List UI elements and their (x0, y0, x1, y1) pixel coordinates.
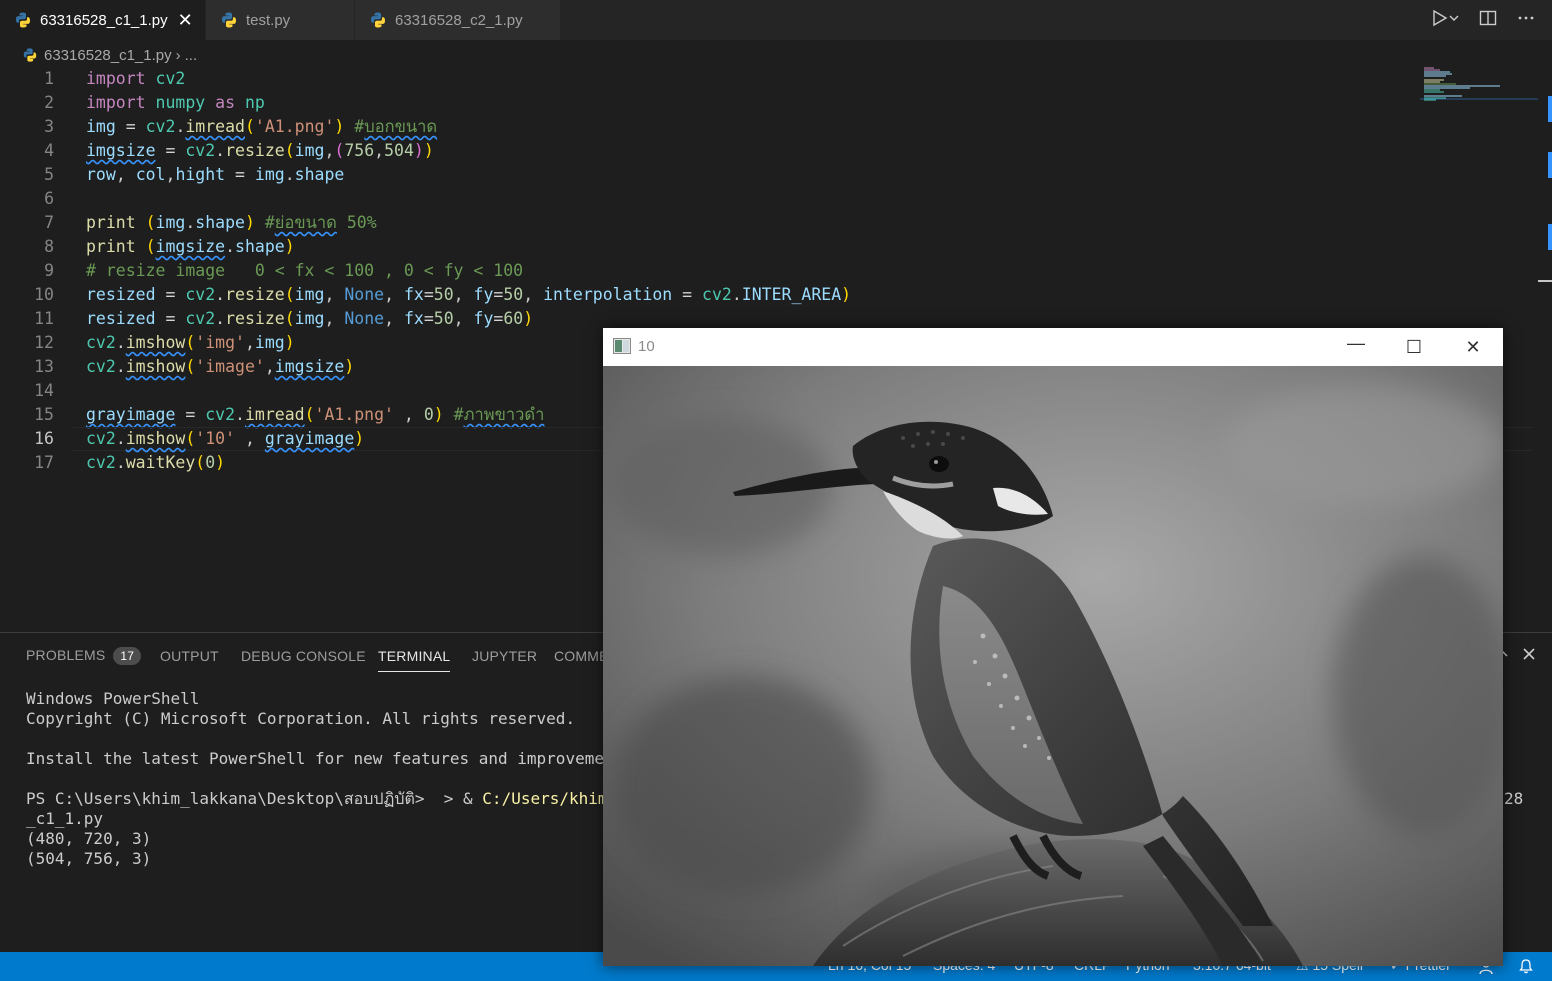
code-line: 4 imgsize = cv2.resize(img,(756,504)) (0, 139, 1540, 163)
tab-63316528-c1-1[interactable]: 63316528_c1_1.py ✕ (0, 0, 205, 40)
panel-tab-terminal[interactable]: TERMINAL (378, 648, 451, 672)
tab-label: 63316528_c2_1.py (395, 11, 523, 29)
code-line: 3 img = cv2.imread('A1.png') #บอกขนาด (0, 115, 1540, 139)
split-editor-icon[interactable] (1478, 8, 1498, 28)
line-number: 2 (44, 93, 54, 112)
code-content: resized = cv2.resize(img, None, fx=50, f… (86, 285, 852, 304)
line-number: 7 (44, 213, 54, 232)
panel-tab-label: PROBLEMS (26, 647, 106, 663)
run-icon[interactable] (1430, 8, 1460, 28)
panel-tab-jupyter[interactable]: JUPYTER (472, 648, 537, 664)
code-line: 5 row, col,hight = img.shape (0, 163, 1540, 187)
breadcrumb-file[interactable]: 63316528_c1_1.py (44, 47, 172, 64)
scrollbar-marker (1548, 152, 1552, 178)
python-icon (371, 12, 385, 28)
minimize-icon[interactable]: — (1344, 332, 1368, 354)
line-number: 3 (44, 117, 54, 136)
line-number: 10 (34, 285, 54, 304)
scrollbar-marker (1548, 224, 1552, 250)
terminal-line: Windows PowerShell (26, 689, 200, 708)
code-line: 1 import cv2 (0, 67, 1540, 91)
terminal-line-fragment: 28 (1504, 789, 1524, 808)
panel-tab-comments[interactable]: COMME (554, 648, 609, 664)
panel-tab-output[interactable]: OUTPUT (160, 648, 219, 664)
code-line: 10 resized = cv2.resize(img, None, fx=50,… (0, 283, 1540, 307)
line-number: 16 (34, 429, 54, 448)
line-number: 9 (44, 261, 54, 280)
close-icon[interactable]: ✕ (1461, 336, 1485, 358)
line-number: 12 (34, 333, 54, 352)
line-number: 8 (44, 237, 54, 256)
code-content: import cv2 (86, 69, 186, 88)
terminal-line: (504, 756, 3) (26, 849, 152, 868)
terminal-prompt-line[interactable]: PS C:\Users\khim_lakkana\Desktop\สอบปฏิบ… (26, 789, 646, 809)
terminal-line: (480, 720, 3) (26, 829, 152, 848)
minimap[interactable] (1420, 66, 1540, 106)
problems-count-badge: 17 (113, 647, 142, 665)
line-number: 5 (44, 165, 54, 184)
terminal-line: Copyright (C) Microsoft Corporation. All… (26, 709, 576, 728)
line-number: 14 (34, 381, 54, 400)
scrollbar-marker (1548, 96, 1552, 122)
code-line: 6 (0, 187, 1540, 211)
close-icon[interactable]: ✕ (178, 10, 193, 31)
code-content: print (img.shape) #ย่อขนาด 50% (86, 213, 377, 232)
code-line: 7 print (img.shape) #ย่อขนาด 50% (0, 211, 1540, 235)
line-number: 1 (44, 69, 54, 88)
terminal-line: _c1_1.py (26, 809, 104, 828)
python-icon (23, 48, 37, 62)
code-content: row, col,hight = img.shape (86, 165, 345, 184)
code-content: cv2.waitKey(0) (86, 453, 226, 472)
code-content: img = cv2.imread('A1.png') #บอกขนาด (86, 117, 438, 136)
breadcrumb-separator: › (175, 46, 181, 64)
grayscale-kingfisher-image (603, 366, 1503, 966)
tab-bar: 63316528_c1_1.py ✕ test.py 63316528_c2_1… (0, 0, 1552, 40)
line-number: 15 (34, 405, 54, 424)
line-number: 13 (34, 357, 54, 376)
maximize-icon[interactable]: ☐ (1402, 336, 1426, 358)
code-content: imgsize = cv2.resize(img,(756,504)) (86, 141, 434, 160)
terminal-line: Install the latest PowerShell for new fe… (26, 749, 643, 768)
breadcrumb: 63316528_c1_1.py › ... (22, 44, 197, 66)
code-content: resized = cv2.resize(img, None, fx=50, f… (86, 309, 534, 328)
code-content: cv2.imshow('img',img) (86, 333, 295, 352)
python-icon (16, 12, 30, 28)
tab-label: 63316528_c1_1.py (40, 11, 168, 29)
image-window-title: 10 (638, 338, 655, 355)
editor-scrollbar[interactable] (1538, 40, 1552, 632)
code-content: import numpy as np (86, 93, 265, 112)
image-window-titlebar[interactable]: 10 — ☐ ✕ (603, 328, 1503, 366)
code-content: grayimage = cv2.imread('A1.png' , 0) #ภา… (86, 405, 545, 424)
editor-actions (1430, 8, 1536, 28)
line-number: 6 (44, 189, 54, 208)
image-window[interactable]: 10 — ☐ ✕ (603, 328, 1503, 966)
tab-label: test.py (246, 11, 291, 29)
code-content: # resize image 0 < fx < 100 , 0 < fy < 1… (86, 261, 524, 280)
bell-icon[interactable] (1518, 958, 1534, 974)
panel-tab-debug-console[interactable]: DEBUG CONSOLE (241, 648, 366, 664)
tab-63316528-c2-1[interactable]: 63316528_c2_1.py (355, 0, 560, 40)
tab-test[interactable]: test.py (206, 0, 354, 40)
line-number: 11 (34, 309, 54, 328)
line-number: 4 (44, 141, 54, 160)
code-line: 2 import numpy as np (0, 91, 1540, 115)
code-content: cv2.imshow('10' , grayimage) (86, 429, 365, 448)
scrollbar-cursor (1538, 280, 1552, 282)
more-actions-icon[interactable] (1516, 8, 1536, 28)
code-content: print (imgsize.shape) (86, 237, 295, 256)
close-panel-icon[interactable] (1522, 647, 1536, 661)
code-line: 9 # resize image 0 < fx < 100 , 0 < fy < … (0, 259, 1540, 283)
panel-tab-problems[interactable]: PROBLEMS 17 (26, 647, 142, 665)
app-window-icon (613, 338, 631, 354)
code-content: cv2.imshow('image',imgsize) (86, 357, 355, 376)
code-line: 8 print (imgsize.shape) (0, 235, 1540, 259)
python-icon (222, 12, 236, 28)
terminal-prompt: PS C:\Users\khim_lakkana\Desktop\สอบปฏิบ… (26, 789, 483, 808)
line-number: 17 (34, 453, 54, 472)
breadcrumb-more[interactable]: ... (185, 47, 198, 64)
